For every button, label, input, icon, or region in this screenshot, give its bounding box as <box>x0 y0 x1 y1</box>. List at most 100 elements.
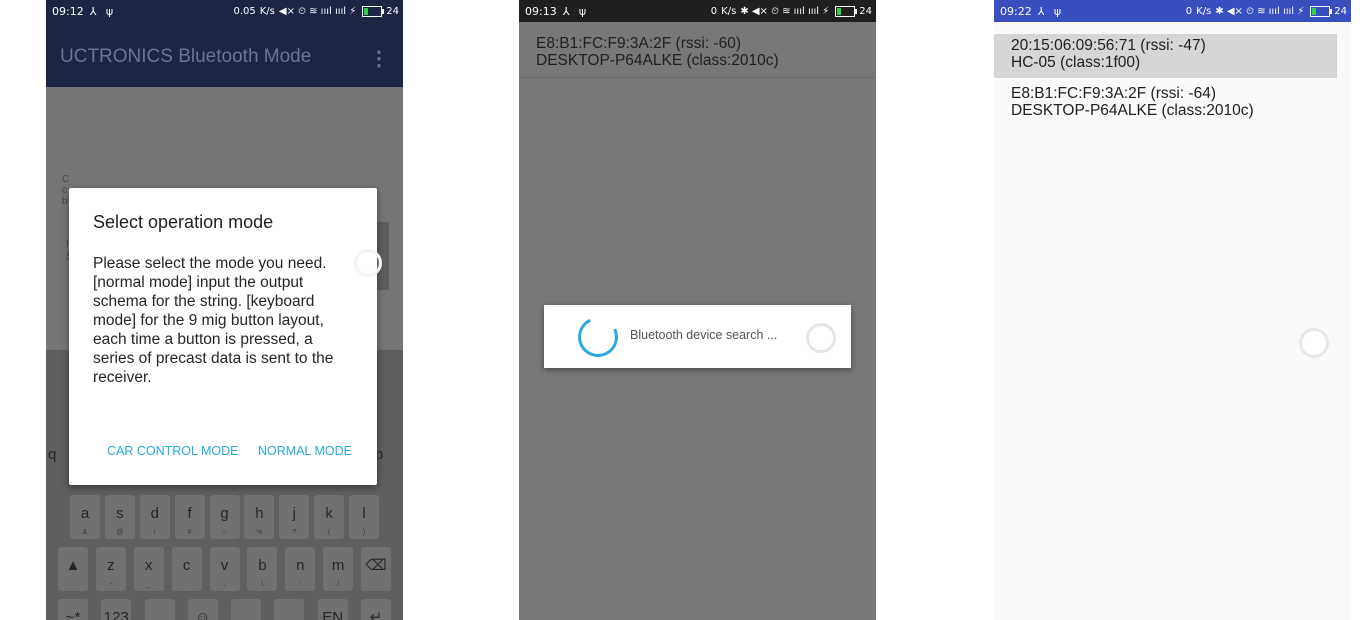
screen-device-list: 09:22 ⅄ ψ 0 K/s ✱ ◀× ⏲ ≋ ıııl ıııl ⚡ 24 2… <box>994 0 1351 620</box>
key-label: k <box>325 505 333 522</box>
assistive-touch-icon[interactable] <box>1299 328 1329 358</box>
status-bar: 09:13 ⅄ ψ 0 K/s ✱ ◀× ⏲ ≋ ıııl ıııl ⚡ 24 <box>519 0 876 22</box>
key-symbol: ( <box>327 529 331 536</box>
keyboard-key[interactable]: ☺ <box>187 599 218 620</box>
screen-mode-select: 09:12 ⅄ ψ 0.05 K/s ◀× ⏲ ≋ ıııl ıııl ⚡ 24 … <box>46 0 403 620</box>
key-label: s <box>116 505 124 522</box>
notification-icons: ⅄ ψ <box>89 4 117 18</box>
key-label: v <box>220 557 229 574</box>
keyboard-key[interactable]: x _ <box>133 547 164 591</box>
status-bar: 09:12 ⅄ ψ 0.05 K/s ◀× ⏲ ≋ ıııl ıııl ⚡ 24 <box>46 0 403 22</box>
app-bar: UCTRONICS Bluetooth Mode ⋮ <box>46 22 403 87</box>
car-control-mode-button[interactable]: CAR CONTROL MODE <box>107 444 239 458</box>
keyboard-key[interactable]: a & <box>70 495 100 539</box>
key-label: ⌫ <box>365 557 387 574</box>
keyboard-key[interactable]: d! <box>139 495 170 539</box>
keyboard-key[interactable]: . <box>274 599 305 620</box>
battery-icon <box>362 5 385 17</box>
status-bar: 09:22 ⅄ ψ 0 K/s ✱ ◀× ⏲ ≋ ıııl ıııl ⚡ 24 <box>994 0 1351 22</box>
key-symbol: : <box>185 581 188 588</box>
mode-dialog: Select operation mode Please select the … <box>69 188 377 485</box>
key-label: l <box>362 505 366 522</box>
keyboard-key[interactable]: z- <box>95 547 126 591</box>
key-symbol: \ <box>261 581 264 588</box>
key-label: ☺ <box>195 609 211 620</box>
key-symbol: ' <box>299 581 301 588</box>
key-symbol: % <box>256 529 263 536</box>
key-label: z <box>107 557 115 574</box>
dialog-message: Please select the mode you need.[normal … <box>93 255 334 386</box>
keyboard-key[interactable]: l) <box>349 495 379 539</box>
device-list-item[interactable]: 20:15:06:09:56:71 (rssi: -47) HC-05 (cla… <box>1011 37 1206 71</box>
battery-level: 24 <box>859 5 872 17</box>
key-symbol: ? <box>292 529 297 536</box>
keyboard-key[interactable]: c: <box>171 547 202 591</box>
keyboard-key[interactable]: g ~ <box>209 495 240 539</box>
key-symbol: ) <box>362 529 366 536</box>
system-icons: 0 K/s ✱ ◀× ⏲ ≋ ıııl ıııl ⚡ 24 <box>710 5 872 17</box>
key-q[interactable]: q <box>48 446 56 463</box>
key-label: x <box>145 557 153 574</box>
network-unit: K/s <box>721 5 737 17</box>
system-icons: 0 K/s ✱ ◀× ⏲ ≋ ıııl ıııl ⚡ 24 <box>1185 5 1347 17</box>
key-label: 123 <box>103 609 129 620</box>
network-unit: K/s <box>259 5 275 17</box>
key-symbol: _ <box>146 581 151 588</box>
dialog-title: Select operation mode <box>93 212 274 232</box>
keyboard-key[interactable]: s @ <box>104 495 135 539</box>
screen-device-search: 09:13 ⅄ ψ 0 K/s ✱ ◀× ⏲ ≋ ıııl ıııl ⚡ 24 E… <box>519 0 876 620</box>
keyboard-key[interactable]: h% <box>244 495 275 539</box>
device-list-item[interactable]: E8:B1:FC:F9:3A:2F (rssi: -64) DESKTOP-P6… <box>1011 85 1254 119</box>
key-symbol: & <box>82 529 88 536</box>
key-symbol: ~ <box>222 529 227 536</box>
device-list-item[interactable]: E8:B1:FC:F9:3A:2F (rssi: -60) DESKTOP-P6… <box>536 35 779 69</box>
keyboard-key[interactable]: , <box>144 599 175 620</box>
battery-level: 24 <box>1334 5 1347 17</box>
key-label: g <box>220 505 229 522</box>
key-label: d <box>150 505 159 522</box>
keyboard-key[interactable]: ~* <box>58 599 88 620</box>
battery-level: 24 <box>386 5 399 17</box>
notification-icons: ⅄ ψ <box>562 4 590 18</box>
keyboard-key[interactable]: m / <box>323 547 354 591</box>
key-label: h <box>255 505 264 522</box>
key-label: n <box>296 557 305 574</box>
key-symbol: @ <box>116 529 124 536</box>
keyboard-key[interactable]: 123 <box>101 599 132 620</box>
key-label: ▲ <box>65 557 81 574</box>
key-label: f <box>187 505 192 522</box>
notification-icons: ⅄ ψ <box>1037 4 1065 18</box>
list-divider <box>519 77 876 78</box>
battery-icon <box>1310 5 1333 17</box>
status-time: 09:22 <box>1000 4 1032 18</box>
system-icons: 0.05 K/s ◀× ⏲ ≋ ıııl ıııl ⚡ 24 <box>233 5 399 17</box>
keyboard-key[interactable]: EN <box>317 599 348 620</box>
keyboard-key[interactable]: f # <box>174 495 205 539</box>
key-label: , <box>157 609 162 620</box>
progress-dialog: Bluetooth device search ... <box>544 305 851 368</box>
app-title: UCTRONICS Bluetooth Mode <box>60 46 312 67</box>
assistive-touch-icon[interactable] <box>354 249 382 277</box>
keyboard-key[interactable]: ▲ <box>58 547 88 591</box>
progress-message: Bluetooth device search ... <box>630 328 778 342</box>
keyboard-key[interactable]: b \ <box>247 547 278 591</box>
status-time: 09:12 <box>52 4 84 18</box>
key-label: a <box>80 505 90 522</box>
network-speed: 0 <box>710 5 718 17</box>
keyboard-key[interactable]: ↵ <box>360 599 391 620</box>
key-label: . <box>287 609 292 620</box>
keyboard-key[interactable]: n ' <box>285 547 316 591</box>
assistive-touch-icon[interactable] <box>806 323 836 353</box>
keyboard-key[interactable] <box>231 599 262 620</box>
keyboard-key[interactable]: ⌫ <box>361 547 391 591</box>
key-symbol: - <box>109 581 113 588</box>
key-label: j <box>292 505 296 522</box>
keyboard-key[interactable]: k( <box>314 495 345 539</box>
network-unit: K/s <box>1196 5 1212 17</box>
keyboard-key[interactable]: j? <box>279 495 310 539</box>
normal-mode-button[interactable]: NORMAL MODE <box>258 444 352 458</box>
signal-icons: ✱ ◀× ⏲ ≋ ıııl ıııl ⚡ <box>1215 5 1305 17</box>
network-speed: 0 <box>1185 5 1193 17</box>
overflow-menu-icon[interactable]: ⋮ <box>369 46 389 71</box>
keyboard-key[interactable]: v; <box>209 547 240 591</box>
